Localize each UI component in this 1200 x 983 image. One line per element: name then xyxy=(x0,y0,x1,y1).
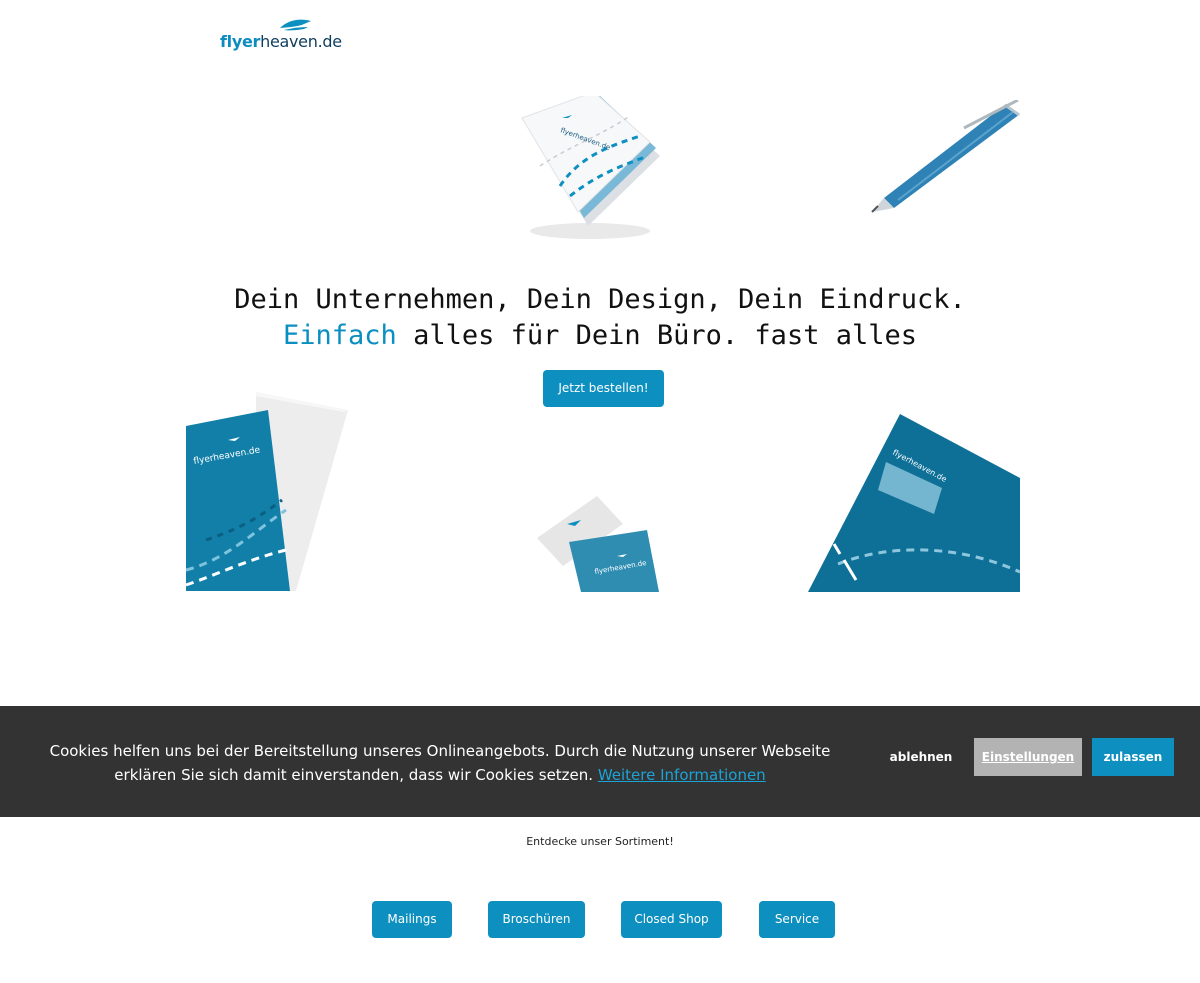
logo-text: flyerheaven.de xyxy=(220,32,342,51)
site-logo[interactable]: flyerheaven.de xyxy=(220,18,342,54)
headline-line-1: Dein Unternehmen, Dein Design, Dein Eind… xyxy=(234,284,966,315)
category-button-closed-shop[interactable]: Closed Shop xyxy=(621,901,722,938)
order-now-button[interactable]: Jetzt bestellen! xyxy=(543,370,664,407)
cookie-allow-button[interactable]: zulassen xyxy=(1092,738,1174,776)
hero-headline: Dein Unternehmen, Dein Design, Dein Eind… xyxy=(0,282,1200,354)
category-button-mailings[interactable]: Mailings xyxy=(372,901,452,938)
sortiment-heading: Entdecke unser Sortiment! xyxy=(526,835,674,848)
category-button-broschueren[interactable]: Broschüren xyxy=(488,901,585,938)
pen-image xyxy=(871,100,1020,213)
envelope-image: flyerheaven.de xyxy=(808,414,1020,592)
headline-accent-word: Einfach xyxy=(283,320,397,351)
category-button-service[interactable]: Service xyxy=(759,901,835,938)
logo-bird-icon xyxy=(280,19,311,31)
headline-line-2-rest: alles für Dein Büro. fast alles xyxy=(396,320,917,351)
cookie-banner: Cookies helfen uns bei der Bereitstellun… xyxy=(0,706,1200,817)
cookie-decline-button[interactable]: ablehnen xyxy=(880,738,962,776)
flyer-image: flyerheaven.de xyxy=(186,392,348,591)
cookie-settings-button[interactable]: Einstellungen xyxy=(974,738,1082,776)
cookie-message: Cookies helfen uns bei der Bereitstellun… xyxy=(30,739,850,787)
more-info-link[interactable]: Weitere Informationen xyxy=(598,766,766,784)
headline-line-2: Einfach alles für Dein Büro. fast alles xyxy=(0,318,1200,354)
notepad-image: flyerheaven.de xyxy=(521,96,660,239)
business-cards-image: flyerheaven.de xyxy=(537,496,659,592)
